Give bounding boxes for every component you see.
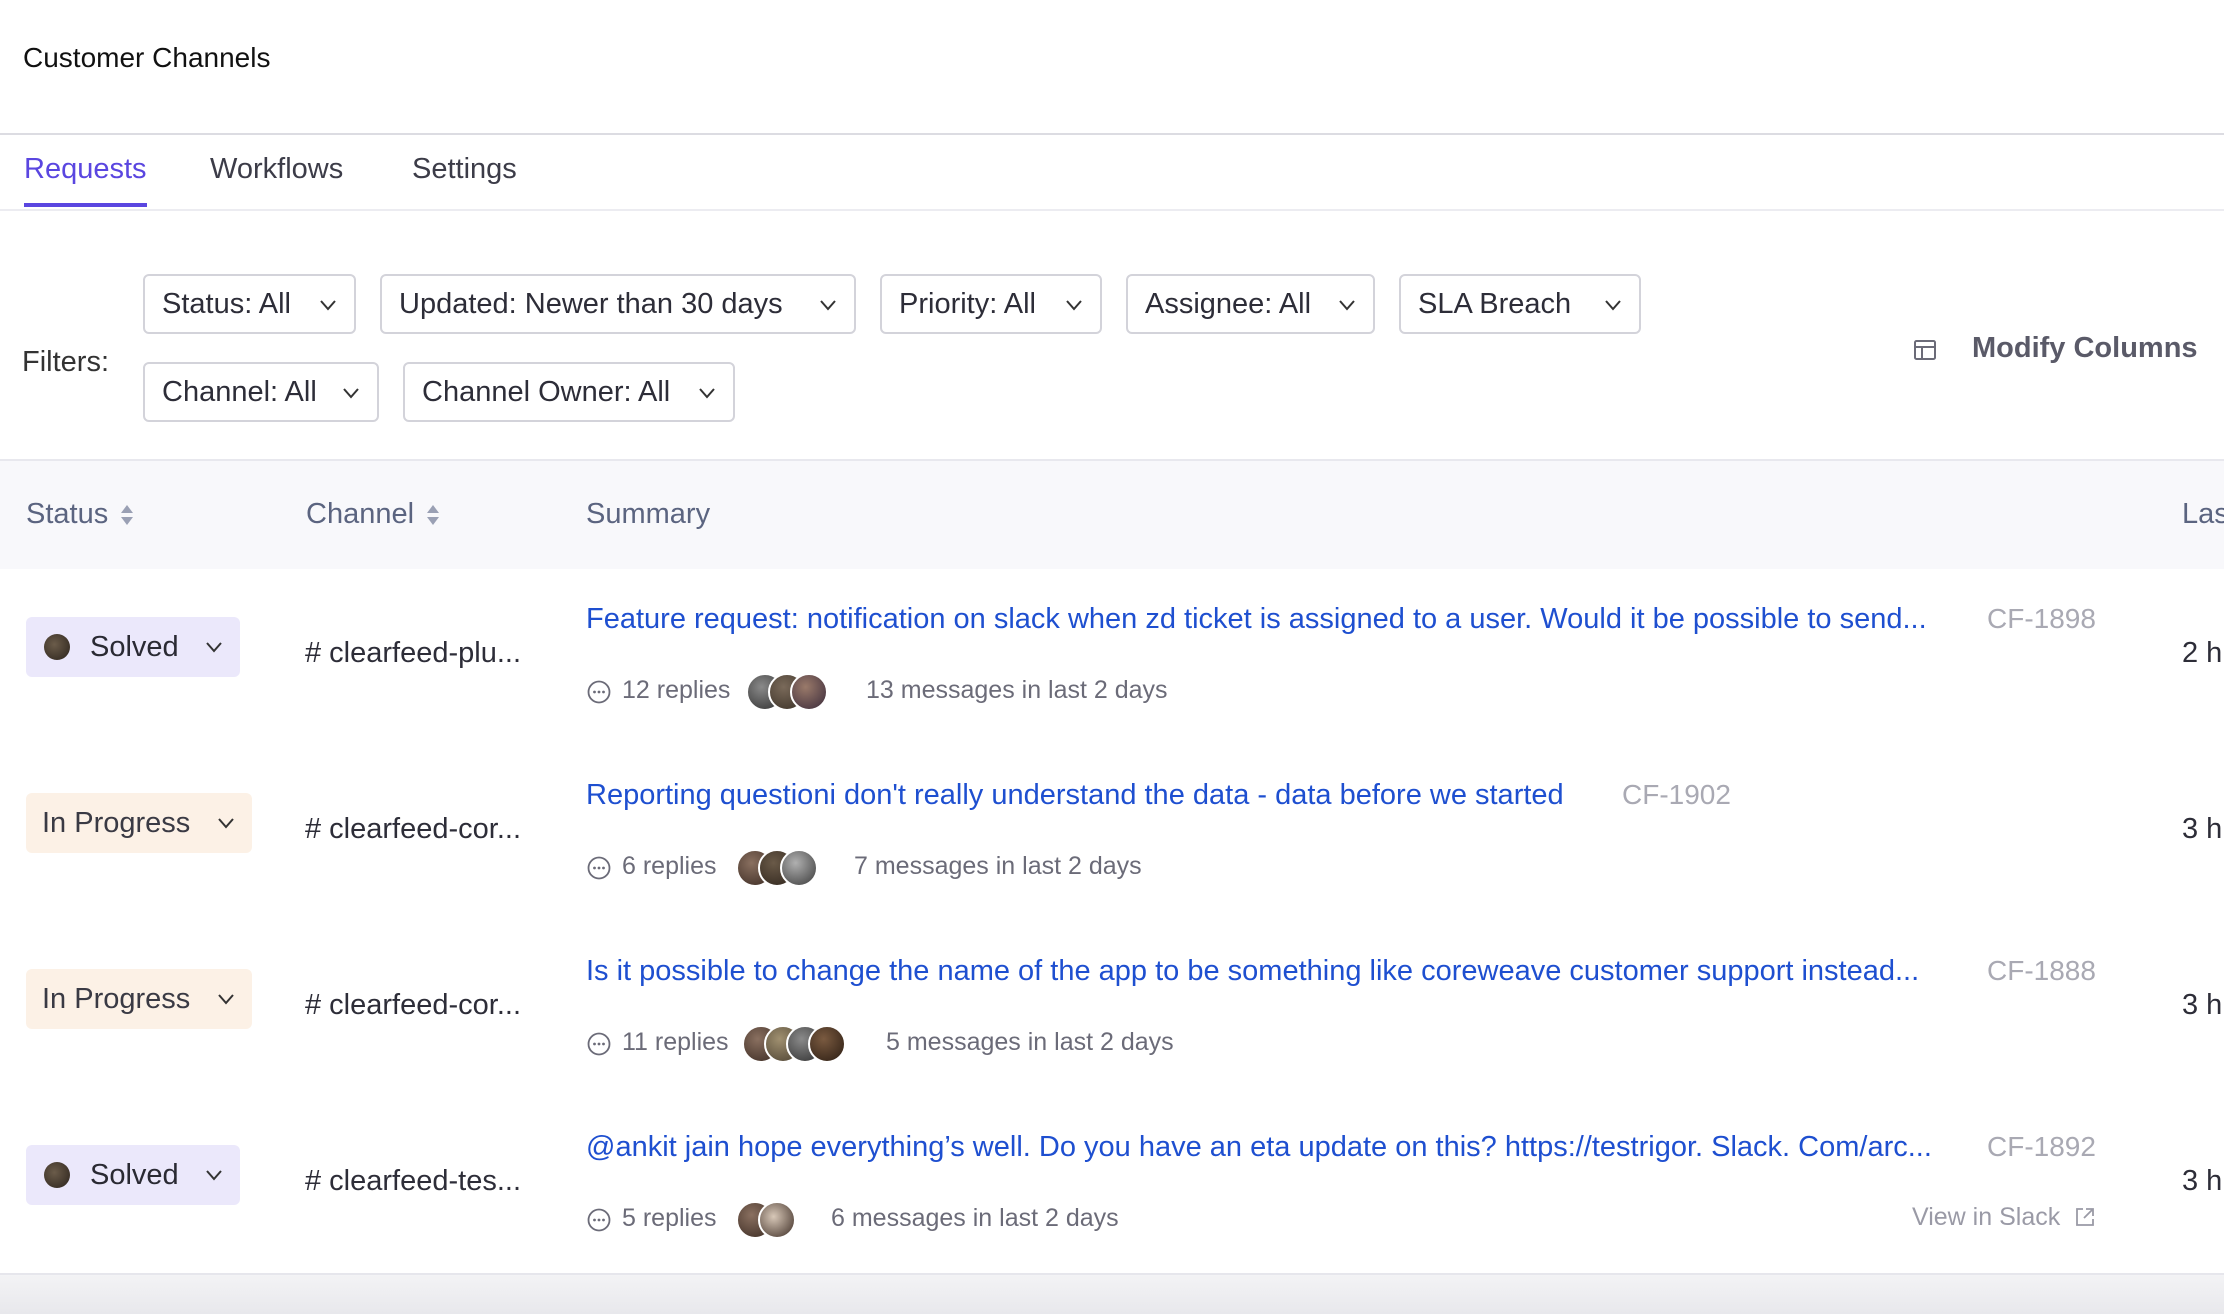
- messages-count: 5 messages in last 2 days: [886, 1028, 1174, 1056]
- channel-owner-filter-label: Channel Owner: All: [422, 376, 671, 408]
- status-label: In Progress: [42, 983, 191, 1015]
- channel-owner-filter[interactable]: Channel Owner: All: [403, 362, 735, 422]
- priority-filter-label: Priority: All: [899, 288, 1036, 320]
- channel-name[interactable]: # clearfeed-cor...: [305, 813, 521, 846]
- request-id: CF-1888: [1987, 955, 2096, 986]
- chevron-down-icon: [218, 818, 234, 829]
- chevron-down-icon: [206, 1170, 222, 1181]
- last-activity-column-header: Las: [2182, 498, 2224, 530]
- last-activity: 3 h: [2182, 989, 2223, 1021]
- chevron-down-icon: [1605, 300, 1621, 311]
- request-summary-link[interactable]: Feature request: notification on slack w…: [586, 603, 1927, 636]
- tab-requests[interactable]: Requests: [24, 153, 147, 207]
- chevron-down-icon: [320, 300, 336, 311]
- avatar: [790, 673, 828, 711]
- status-column-header[interactable]: Status: [26, 498, 134, 531]
- avatar: [44, 1162, 70, 1188]
- assignee-filter[interactable]: Assignee: All: [1126, 274, 1375, 334]
- scroll-shadow: [0, 1275, 2224, 1314]
- status-label: Solved: [90, 1159, 179, 1191]
- last-activity: 2 h: [2182, 637, 2223, 669]
- table-header: Status Channel Summary Las: [0, 459, 2224, 571]
- status-dropdown[interactable]: In Progress: [26, 969, 252, 1029]
- chevron-down-icon: [1066, 300, 1082, 311]
- channel-filter[interactable]: Channel: All: [143, 362, 379, 422]
- channel-column-label: Channel: [306, 498, 415, 530]
- chat-bubble-icon: [587, 856, 611, 880]
- filters-label: Filters:: [22, 346, 109, 378]
- request-id: CF-1898: [1987, 603, 2096, 634]
- request-summary-link[interactable]: Is it possible to change the name of the…: [586, 955, 1919, 988]
- messages-count: 13 messages in last 2 days: [866, 676, 1168, 704]
- app-header: Customer Channels: [0, 0, 2224, 135]
- status-filter[interactable]: Status: All: [143, 274, 356, 334]
- tab-bar: Requests Workflows Settings: [0, 135, 2224, 211]
- table-row[interactable]: Solved # clearfeed-tes... @ankit jain ho…: [0, 1097, 2224, 1275]
- last-activity: 3 h: [2182, 1165, 2223, 1197]
- view-in-slack-link[interactable]: View in Slack: [1912, 1203, 2096, 1232]
- table-columns-icon: [1914, 340, 1936, 360]
- channel-filter-label: Channel: All: [162, 376, 317, 408]
- sort-icon[interactable]: [120, 502, 134, 528]
- summary-column-header: Summary: [586, 498, 711, 530]
- replies-count[interactable]: 12 replies: [622, 676, 730, 705]
- view-in-slack-label: View in Slack: [1912, 1203, 2061, 1231]
- chat-bubble-icon: [587, 1208, 611, 1232]
- status-dropdown[interactable]: Solved: [26, 1145, 240, 1205]
- tab-workflows[interactable]: Workflows: [210, 153, 343, 207]
- external-link-icon: [2076, 1208, 2095, 1226]
- request-summary-link[interactable]: Reporting questioni don't really underst…: [586, 779, 1564, 812]
- messages-count: 7 messages in last 2 days: [854, 852, 1142, 880]
- assignee-filter-label: Assignee: All: [1145, 288, 1312, 320]
- priority-filter[interactable]: Priority: All: [880, 274, 1102, 334]
- request-summary-link[interactable]: @ankit jain hope everything’s well. Do y…: [586, 1131, 1932, 1164]
- channel-name[interactable]: # clearfeed-plu...: [305, 637, 521, 670]
- status-column-label: Status: [26, 498, 109, 530]
- request-id: CF-1892: [1987, 1131, 2096, 1162]
- channel-name[interactable]: # clearfeed-cor...: [305, 989, 521, 1022]
- chevron-down-icon: [1339, 300, 1355, 311]
- avatar: [808, 1025, 846, 1063]
- replies-count[interactable]: 5 replies: [622, 1204, 717, 1233]
- status-dropdown[interactable]: Solved: [26, 617, 240, 677]
- sort-icon[interactable]: [426, 502, 440, 528]
- chevron-down-icon: [206, 642, 222, 653]
- replies-count[interactable]: 11 replies: [622, 1028, 729, 1057]
- request-id: CF-1902: [1622, 779, 1731, 810]
- replies-count[interactable]: 6 replies: [622, 852, 717, 881]
- table-row[interactable]: Solved # clearfeed-plu... Feature reques…: [0, 569, 2224, 747]
- channel-column-header[interactable]: Channel: [306, 498, 440, 531]
- status-dropdown[interactable]: In Progress: [26, 793, 252, 853]
- chat-bubble-icon: [587, 680, 611, 704]
- chevron-down-icon: [343, 388, 359, 399]
- channel-name[interactable]: # clearfeed-tes...: [305, 1165, 521, 1198]
- page-title: Customer Channels: [23, 42, 271, 73]
- chevron-down-icon: [218, 994, 234, 1005]
- chevron-down-icon: [820, 300, 836, 311]
- chevron-down-icon: [699, 388, 715, 399]
- sla-breach-filter-label: SLA Breach: [1418, 288, 1572, 320]
- status-label: Solved: [90, 631, 179, 663]
- sla-breach-filter[interactable]: SLA Breach: [1399, 274, 1641, 334]
- modify-columns-label: Modify Columns: [1972, 332, 2198, 364]
- table-row[interactable]: In Progress # clearfeed-cor... Reporting…: [0, 745, 2224, 923]
- status-label: In Progress: [42, 807, 191, 839]
- last-activity: 3 h: [2182, 813, 2223, 845]
- table-row[interactable]: In Progress # clearfeed-cor... Is it pos…: [0, 921, 2224, 1099]
- tab-settings[interactable]: Settings: [412, 153, 517, 207]
- messages-count: 6 messages in last 2 days: [831, 1204, 1119, 1232]
- status-filter-label: Status: All: [162, 288, 291, 320]
- avatar: [758, 1201, 796, 1239]
- avatar: [780, 849, 818, 887]
- updated-filter[interactable]: Updated: Newer than 30 days: [380, 274, 856, 334]
- chat-bubble-icon: [587, 1032, 611, 1056]
- avatar: [44, 634, 70, 660]
- updated-filter-label: Updated: Newer than 30 days: [399, 288, 783, 320]
